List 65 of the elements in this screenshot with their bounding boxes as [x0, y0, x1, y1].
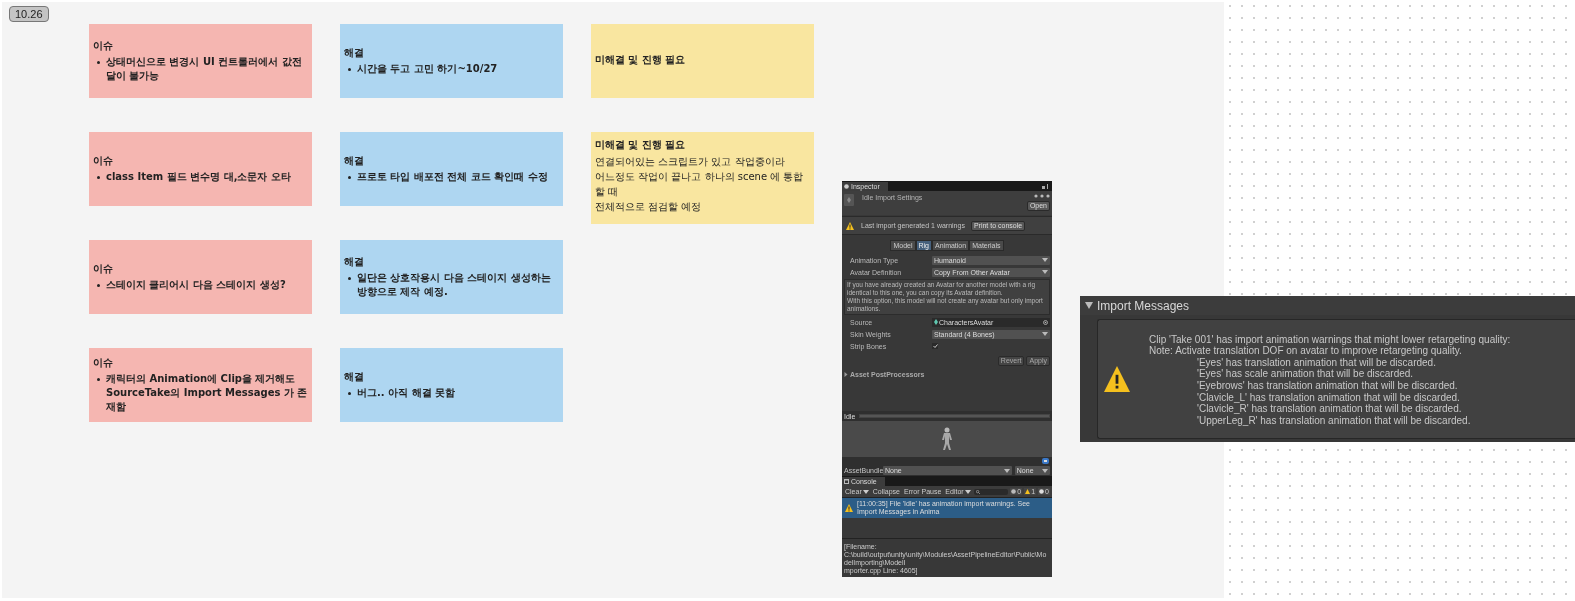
caret-icon: [1042, 468, 1048, 473]
avatar-icon: [934, 319, 938, 325]
bullet-icon: [348, 392, 351, 395]
caret-icon: [964, 489, 971, 494]
search-icon: [975, 489, 980, 494]
search-field[interactable]: [973, 488, 1009, 495]
warning-icon: [845, 220, 855, 231]
note-title: 미해결 및 진행 필요: [595, 138, 687, 152]
note-title: 해결: [344, 255, 365, 269]
note-text: 어느정도 작업이 끝나고 하나의 scene 에 통합할 때: [595, 170, 805, 199]
error-icon: [1039, 489, 1045, 494]
bullet-icon: [97, 176, 100, 179]
bullet-icon: [348, 176, 351, 179]
foldout-header[interactable]: Import Messages: [1080, 296, 1575, 315]
checkbox[interactable]: [932, 343, 938, 349]
info-icon: [844, 184, 849, 189]
target-icon: [1043, 319, 1048, 325]
message-text: 'Eyes' has scale animation that will be discarded.: [1196, 368, 1415, 380]
caret-icon: [1042, 270, 1048, 274]
bullet-text: 캐릭터의 Animation에 Clip을 제거해도 SourceTake의 Import Messages 가 존재함: [106, 372, 308, 414]
message-text: Clip 'Take 001' has import animation warnings that might lower retargeting quality:: [1149, 333, 1511, 346]
bullet-icon: [97, 284, 100, 287]
caret-icon: [1042, 332, 1048, 336]
note-title: 이슈: [93, 154, 114, 168]
bullet-icon: [348, 68, 351, 71]
note-title: 미해결 및 진행 필요: [595, 53, 686, 67]
console-icon: [844, 479, 849, 484]
caret-icon: [862, 489, 869, 494]
header-tools-icon: [1034, 194, 1050, 198]
note-title: 이슈: [93, 356, 114, 370]
caret-icon: [1042, 258, 1048, 262]
figure-icon: [940, 427, 954, 451]
bullet-text: 일단은 상호작용시 다음 스테이지 생성하는 방향으로 제작 예정.: [357, 271, 552, 299]
note-title: 이슈: [93, 262, 114, 276]
bullet-text: 상태머신으로 변경시 UI 컨트롤러에서 값전달이 불가능: [106, 55, 303, 83]
note-title: 해결: [344, 370, 365, 384]
bullet-text: 스테이지 클리어시 다음 스테이지 생성?: [106, 278, 286, 292]
bullet-text: 시간을 두고 고민 하기~10/27: [357, 62, 498, 76]
bullet-text: class Item 필드 변수명 대,소문자 오타: [106, 170, 291, 184]
bullet-text: 프로토 타입 배포전 전체 코드 확인때 수정: [357, 170, 548, 184]
info-icon: [1011, 489, 1017, 494]
bullet-icon: [97, 378, 100, 381]
label-icon: [1042, 458, 1049, 464]
bullet-icon: [97, 61, 100, 64]
warning-icon: [844, 503, 854, 513]
panel-title: Import Messages: [1097, 298, 1190, 313]
message-text: 'UpperLeg_R' has translation animation that will be discarded.: [1196, 414, 1472, 427]
note-text: 전체적으로 점검할 예정: [595, 200, 703, 214]
message-text: 'Clavicle_L' has translation animation that will be discarded.: [1196, 391, 1461, 404]
bullet-text: 버그.. 아직 해결 못함: [357, 386, 456, 400]
note-title: 이슈: [93, 39, 114, 53]
message-text: Note: Activate translation DOF on avatar to improve retargeting quality.: [1149, 345, 1463, 357]
note-text: 연결되어있는 스크립트가 있고 작업중이라: [595, 155, 786, 169]
warning-icon: [1103, 365, 1131, 393]
note-title: 해결: [344, 46, 365, 60]
message-text: 'Eyes' has translation animation that will be discarded.: [1196, 356, 1437, 369]
message-text: 'Eyebrows' has translation animation that will be discarded.: [1196, 380, 1459, 392]
check-icon: [932, 344, 938, 348]
note-title: 해결: [344, 154, 365, 168]
caret-icon: [1003, 468, 1010, 473]
section-label: 10.26: [9, 6, 49, 22]
bullet-icon: [348, 277, 351, 280]
message-text: 'Clavicle_R' has translation animation that will be discarded.: [1196, 403, 1463, 415]
file-icon: [844, 194, 854, 206]
warning-icon: [1025, 489, 1031, 494]
